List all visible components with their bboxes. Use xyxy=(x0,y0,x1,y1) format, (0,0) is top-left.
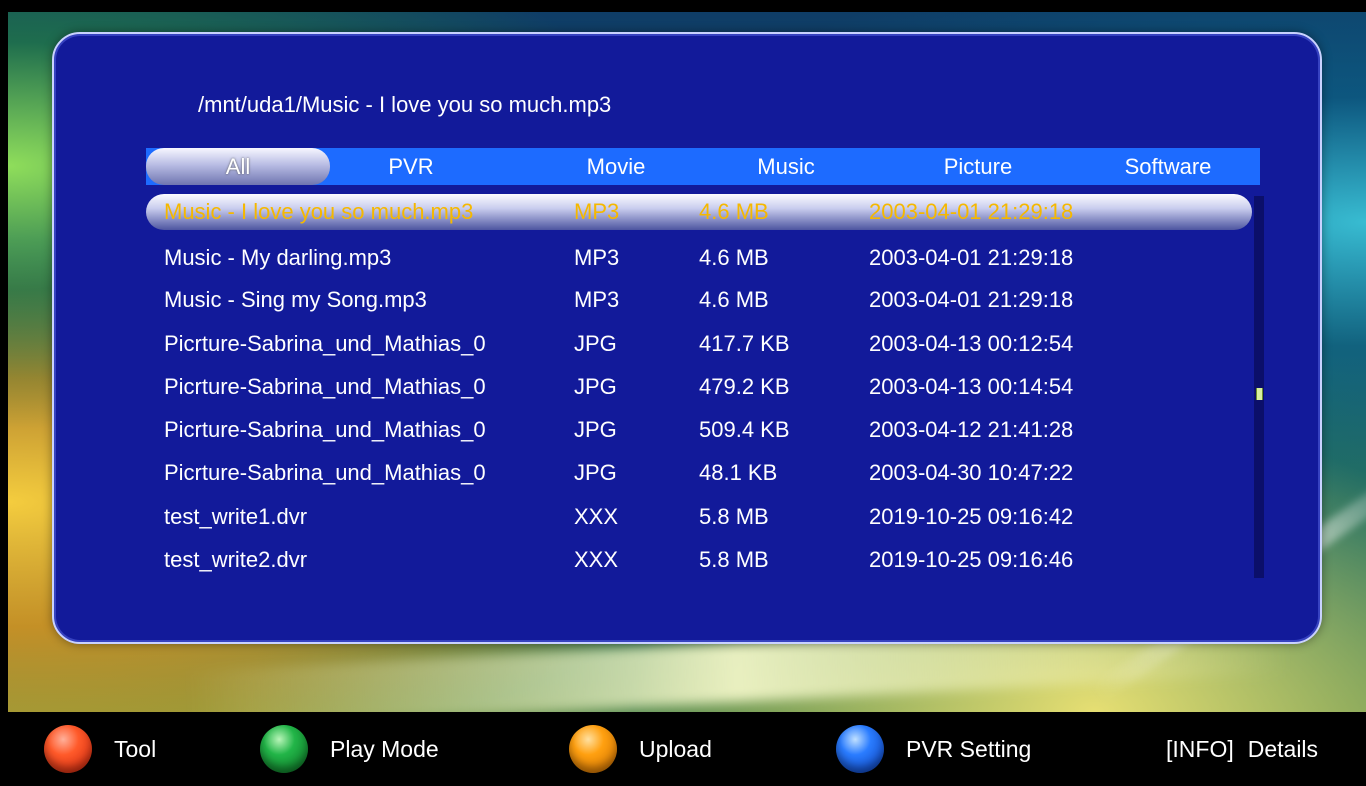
file-row[interactable]: Music - Sing my Song.mp3 MP3 4.6 MB 2003… xyxy=(0,280,1366,320)
file-type: MP3 xyxy=(574,245,620,270)
details-label: Details xyxy=(1247,735,1319,762)
green-button-icon xyxy=(260,725,308,773)
tool-label: Tool xyxy=(114,735,157,762)
file-name: Music - My darling.mp3 xyxy=(164,245,392,270)
file-type: XXX xyxy=(574,547,619,572)
blue-button-icon xyxy=(836,725,884,773)
file-size: 479.2 KB xyxy=(699,374,790,399)
file-type: MP3 xyxy=(574,199,620,224)
current-path: /mnt/uda1/Music - I love you so much.mp3 xyxy=(198,92,612,117)
file-row[interactable]: Picrture-Sabrina_und_Mathias_0 JPG 509.4… xyxy=(0,410,1366,450)
file-row[interactable]: test_write1.dvr XXX 5.8 MB 2019-10-25 09… xyxy=(0,497,1366,537)
tab-pvr[interactable]: PVR xyxy=(356,148,466,185)
file-name: Picrture-Sabrina_und_Mathias_0 xyxy=(164,460,486,485)
file-size: 417.7 KB xyxy=(699,331,790,356)
file-size: 48.1 KB xyxy=(699,460,778,485)
file-row[interactable]: Music - I love you so much.mp3 MP3 4.6 M… xyxy=(0,192,1366,232)
file-row[interactable]: Picrture-Sabrina_und_Mathias_0 JPG 479.2… xyxy=(0,367,1366,407)
file-row[interactable]: test_write2.dvr XXX 5.8 MB 2019-10-25 09… xyxy=(0,540,1366,580)
pvr-setting-button[interactable]: PVR Setting xyxy=(836,712,1031,786)
file-date: 2003-04-01 21:29:18 xyxy=(869,199,1074,224)
file-size: 4.6 MB xyxy=(699,287,769,312)
upload-label: Upload xyxy=(639,735,712,762)
file-date: 2003-04-12 21:41:28 xyxy=(869,417,1074,442)
file-name: Picrture-Sabrina_und_Mathias_0 xyxy=(164,374,486,399)
play-mode-button[interactable]: Play Mode xyxy=(260,712,439,786)
orange-button-icon xyxy=(569,725,617,773)
file-size: 5.8 MB xyxy=(699,504,769,529)
file-date: 2019-10-25 09:16:46 xyxy=(869,547,1074,572)
file-size: 4.6 MB xyxy=(699,199,769,224)
file-name: Picrture-Sabrina_und_Mathias_0 xyxy=(164,417,486,442)
file-size: 509.4 KB xyxy=(699,417,790,442)
play-mode-label: Play Mode xyxy=(330,735,439,762)
tab-picture[interactable]: Picture xyxy=(916,148,1040,185)
tab-all[interactable]: All xyxy=(146,148,330,185)
file-date: 2003-04-01 21:29:18 xyxy=(869,287,1074,312)
file-date: 2019-10-25 09:16:42 xyxy=(869,504,1074,529)
file-row[interactable]: Picrture-Sabrina_und_Mathias_0 JPG 48.1 … xyxy=(0,453,1366,493)
tool-button[interactable]: Tool xyxy=(44,712,156,786)
file-name: test_write1.dvr xyxy=(164,504,308,529)
file-name: test_write2.dvr xyxy=(164,547,308,572)
file-date: 2003-04-30 10:47:22 xyxy=(869,460,1074,485)
file-type: JPG xyxy=(574,417,617,442)
file-date: 2003-04-01 21:29:18 xyxy=(869,245,1074,270)
tab-movie[interactable]: Movie xyxy=(556,148,676,185)
category-tab-bar: All PVR Movie Music Picture Software xyxy=(146,148,1260,185)
upload-button[interactable]: Upload xyxy=(569,712,712,786)
file-date: 2003-04-13 00:12:54 xyxy=(869,331,1074,356)
file-name: Music - I love you so much.mp3 xyxy=(164,199,474,224)
file-type: JPG xyxy=(574,331,617,356)
pvr-setting-label: PVR Setting xyxy=(906,735,1032,762)
file-name: Picrture-Sabrina_und_Mathias_0 xyxy=(164,331,486,356)
tab-music[interactable]: Music xyxy=(736,148,836,185)
file-row[interactable]: Picrture-Sabrina_und_Mathias_0 JPG 417.7… xyxy=(0,324,1366,364)
file-size: 4.6 MB xyxy=(699,245,769,270)
file-type: JPG xyxy=(574,460,617,485)
file-date: 2003-04-13 00:14:54 xyxy=(869,374,1074,399)
info-details-button[interactable]: [INFO] Details xyxy=(1166,712,1318,786)
file-name: Music - Sing my Song.mp3 xyxy=(164,287,427,312)
file-size: 5.8 MB xyxy=(699,547,769,572)
scrollbar-thumb[interactable] xyxy=(1256,388,1263,400)
file-type: JPG xyxy=(574,374,617,399)
file-type: MP3 xyxy=(574,287,620,312)
red-button-icon xyxy=(44,725,92,773)
file-row[interactable]: Music - My darling.mp3 MP3 4.6 MB 2003-0… xyxy=(0,238,1366,278)
file-list-scrollbar[interactable] xyxy=(1254,196,1264,578)
file-type: XXX xyxy=(574,504,619,529)
tab-software[interactable]: Software xyxy=(1108,148,1228,185)
footer-legend: Tool Play Mode Upload PVR Setting [INFO]… xyxy=(0,712,1366,786)
info-key-label: [INFO] xyxy=(1166,735,1234,762)
